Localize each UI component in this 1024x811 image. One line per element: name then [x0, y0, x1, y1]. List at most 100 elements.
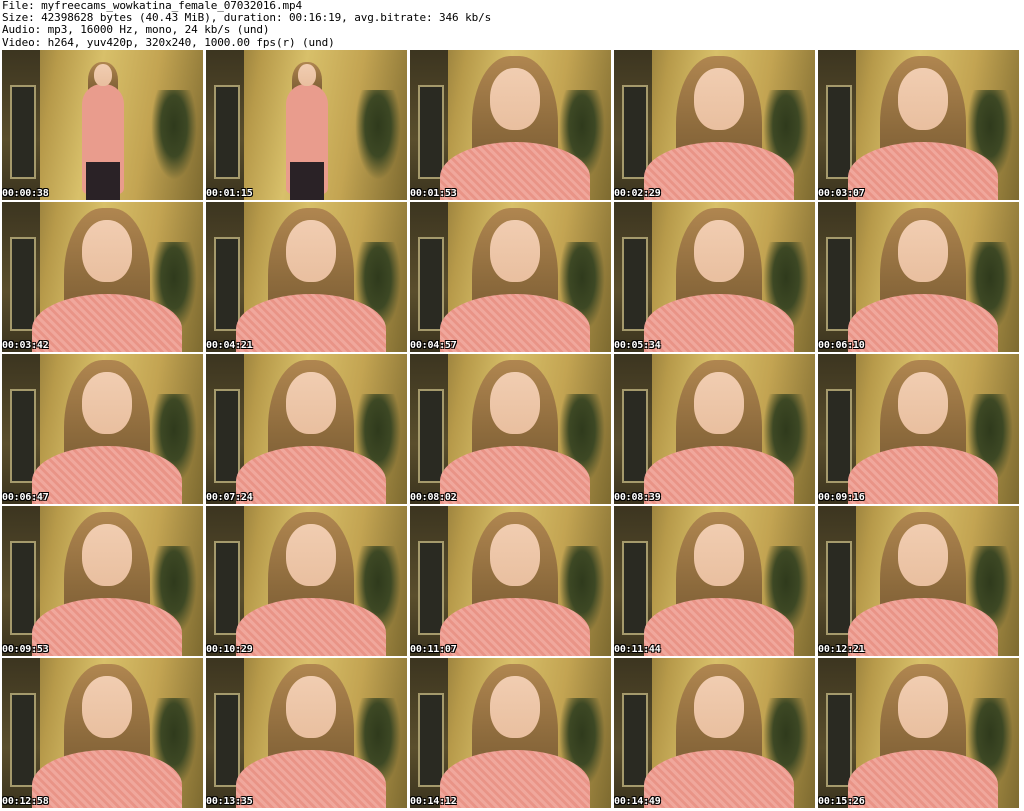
thumbnail-plant — [355, 90, 401, 180]
thumbnail-door — [826, 237, 852, 331]
thumbnail-figure-face — [82, 524, 132, 586]
video-thumbnail: 00:06:47 — [2, 354, 203, 504]
thumbnail-door — [214, 85, 240, 179]
thumbnail-figure-face — [694, 524, 744, 586]
thumbnail-figure-face — [898, 372, 948, 434]
thumbnail-door — [826, 85, 852, 179]
thumbnail-timestamp: 00:11:07 — [410, 644, 457, 655]
thumbnail-door — [214, 693, 240, 787]
thumbnail-timestamp: 00:00:38 — [2, 188, 49, 199]
thumbnail-timestamp: 00:03:07 — [818, 188, 865, 199]
thumbnail-figure-face — [694, 220, 744, 282]
thumbnail-figure-face — [490, 372, 540, 434]
thumbnail-figure-face — [694, 676, 744, 738]
thumbnail-timestamp: 00:03:42 — [2, 340, 49, 351]
thumbnail-figure-face — [82, 372, 132, 434]
video-thumbnail: 00:12:21 — [818, 506, 1019, 656]
thumbnail-timestamp: 00:04:21 — [206, 340, 253, 351]
video-thumbnail: 00:04:21 — [206, 202, 407, 352]
thumbnail-figure-face — [898, 676, 948, 738]
video-thumbnail: 00:14:12 — [410, 658, 611, 808]
thumbnail-timestamp: 00:14:49 — [614, 796, 661, 807]
thumbnail-figure-face — [898, 220, 948, 282]
video-thumbnail: 00:09:53 — [2, 506, 203, 656]
thumbnail-figure-face — [286, 372, 336, 434]
video-thumbnail: 00:02:29 — [614, 50, 815, 200]
thumbnail-door — [826, 541, 852, 635]
thumbnail-figure-face — [286, 676, 336, 738]
thumbnail-figure-face — [82, 220, 132, 282]
video-thumbnail: 00:15:26 — [818, 658, 1019, 808]
thumbnail-grid: 00:00:38 00:01:15 00:01:53 00:02:29 00:03:07… — [2, 50, 1022, 810]
video-info-line: Video: h264, yuv420p, 320x240, 1000.00 f… — [2, 35, 335, 49]
thumbnail-timestamp: 00:01:15 — [206, 188, 253, 199]
thumbnail-timestamp: 00:15:26 — [818, 796, 865, 807]
thumbnail-timestamp: 00:07:24 — [206, 492, 253, 503]
thumbnail-door — [10, 541, 36, 635]
thumbnail-door — [826, 389, 852, 483]
thumbnail-timestamp: 00:12:58 — [2, 796, 49, 807]
thumbnail-legs — [86, 162, 120, 200]
thumbnail-timestamp: 00:05:34 — [614, 340, 661, 351]
thumbnail-legs — [290, 162, 324, 200]
thumbnail-figure-face — [286, 220, 336, 282]
thumbnail-door — [418, 693, 444, 787]
thumbnail-door — [622, 693, 648, 787]
video-thumbnail: 00:00:38 — [2, 50, 203, 200]
thumbnail-door — [214, 237, 240, 331]
thumbnail-timestamp: 00:13:35 — [206, 796, 253, 807]
video-thumbnail: 00:11:07 — [410, 506, 611, 656]
thumbnail-figure-face — [490, 676, 540, 738]
thumbnail-figure-face — [694, 372, 744, 434]
thumbnail-door — [10, 237, 36, 331]
audio-info-line: Audio: mp3, 16000 Hz, mono, 24 kb/s (und… — [2, 23, 270, 37]
video-thumbnail: 00:12:58 — [2, 658, 203, 808]
video-thumbnail: 00:01:15 — [206, 50, 407, 200]
thumbnail-figure-face — [898, 524, 948, 586]
video-thumbnail: 00:01:53 — [410, 50, 611, 200]
thumbnail-timestamp: 00:08:02 — [410, 492, 457, 503]
video-thumbnail: 00:03:07 — [818, 50, 1019, 200]
video-thumbnail: 00:08:02 — [410, 354, 611, 504]
thumbnail-door — [418, 541, 444, 635]
thumbnail-figure-face — [298, 64, 316, 86]
thumbnail-timestamp: 00:10:29 — [206, 644, 253, 655]
thumbnail-timestamp: 00:01:53 — [410, 188, 457, 199]
thumbnail-figure-face — [490, 524, 540, 586]
thumbnail-door — [622, 237, 648, 331]
thumbnail-figure-face — [694, 68, 744, 130]
thumbnail-door — [10, 85, 36, 179]
thumbnail-door — [622, 85, 648, 179]
video-thumbnail: 00:08:39 — [614, 354, 815, 504]
thumbnail-figure-face — [94, 64, 112, 86]
thumbnail-figure-face — [82, 676, 132, 738]
thumbnail-figure-face — [490, 68, 540, 130]
video-thumbnail: 00:06:10 — [818, 202, 1019, 352]
thumbnail-timestamp: 00:12:21 — [818, 644, 865, 655]
thumbnail-door — [418, 85, 444, 179]
thumbnail-figure-face — [898, 68, 948, 130]
thumbnail-timestamp: 00:09:53 — [2, 644, 49, 655]
video-thumbnail: 00:11:44 — [614, 506, 815, 656]
video-thumbnail: 00:13:35 — [206, 658, 407, 808]
thumbnail-door — [622, 389, 648, 483]
thumbnail-door — [10, 389, 36, 483]
video-thumbnail: 00:03:42 — [2, 202, 203, 352]
thumbnail-timestamp: 00:14:12 — [410, 796, 457, 807]
video-thumbnail: 00:04:57 — [410, 202, 611, 352]
thumbnail-door — [10, 693, 36, 787]
thumbnail-door — [214, 389, 240, 483]
thumbnail-figure-face — [286, 524, 336, 586]
video-thumbnail: 00:10:29 — [206, 506, 407, 656]
thumbnail-timestamp: 00:02:29 — [614, 188, 661, 199]
thumbnail-door — [826, 693, 852, 787]
thumbnail-timestamp: 00:08:39 — [614, 492, 661, 503]
file-info-header: File: myfreecams_wowkatina_female_070320… — [2, 0, 1022, 50]
thumbnail-timestamp: 00:04:57 — [410, 340, 457, 351]
thumbnail-door — [214, 541, 240, 635]
video-thumbnail: 00:05:34 — [614, 202, 815, 352]
thumbnail-timestamp: 00:06:47 — [2, 492, 49, 503]
thumbnail-timestamp: 00:11:44 — [614, 644, 661, 655]
thumbnail-door — [418, 237, 444, 331]
thumbnail-figure-face — [490, 220, 540, 282]
